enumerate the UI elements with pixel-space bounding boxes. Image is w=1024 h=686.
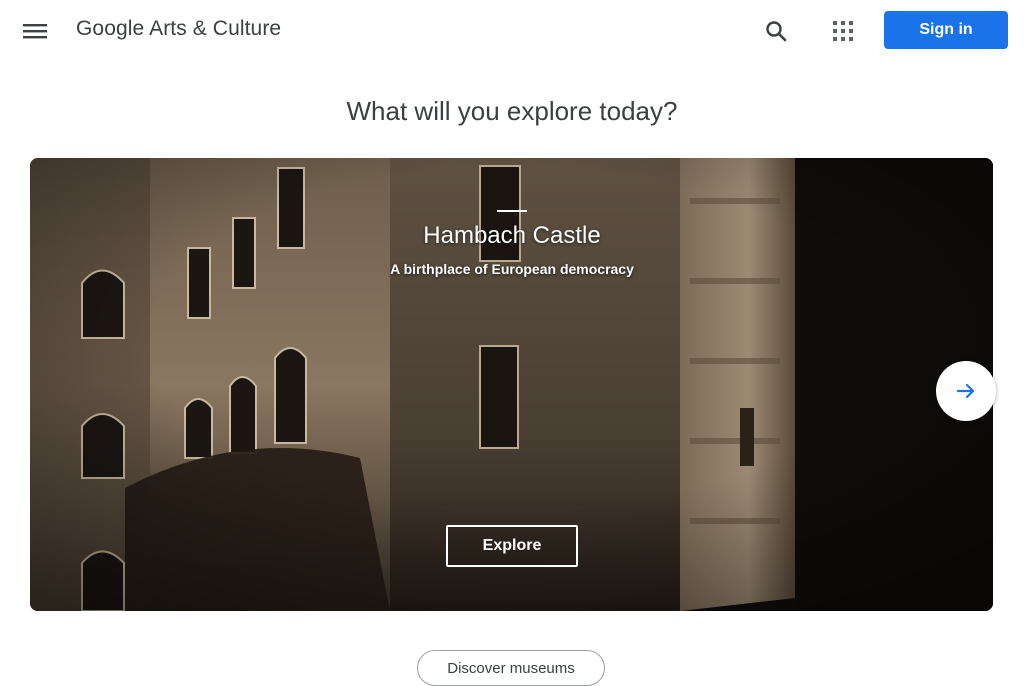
google-apps-button[interactable] bbox=[822, 12, 864, 50]
apps-grid-icon bbox=[833, 21, 853, 41]
explore-button[interactable]: Explore bbox=[446, 525, 578, 567]
next-slide-button[interactable] bbox=[936, 361, 996, 421]
main-menu-button[interactable] bbox=[14, 14, 56, 48]
featured-story-card[interactable]: Hambach Castle A birthplace of European … bbox=[30, 158, 993, 611]
site-logo[interactable]: Google Arts & Culture bbox=[76, 17, 281, 41]
hero-title[interactable]: Hambach Castle bbox=[330, 222, 694, 250]
hamburger-menu-icon bbox=[23, 24, 47, 39]
sign-in-button[interactable]: Sign in bbox=[884, 11, 1008, 49]
page-headline: What will you explore today? bbox=[346, 96, 678, 126]
hero-subtitle: A birthplace of European democracy bbox=[390, 261, 634, 277]
title-accent-line bbox=[497, 210, 527, 212]
search-button[interactable] bbox=[756, 12, 796, 50]
discover-museums-button[interactable]: Discover museums bbox=[417, 650, 605, 686]
top-bar: Google Arts & Culture Sign in bbox=[0, 0, 1024, 62]
arrow-right-icon bbox=[956, 383, 975, 399]
search-icon bbox=[766, 21, 787, 42]
